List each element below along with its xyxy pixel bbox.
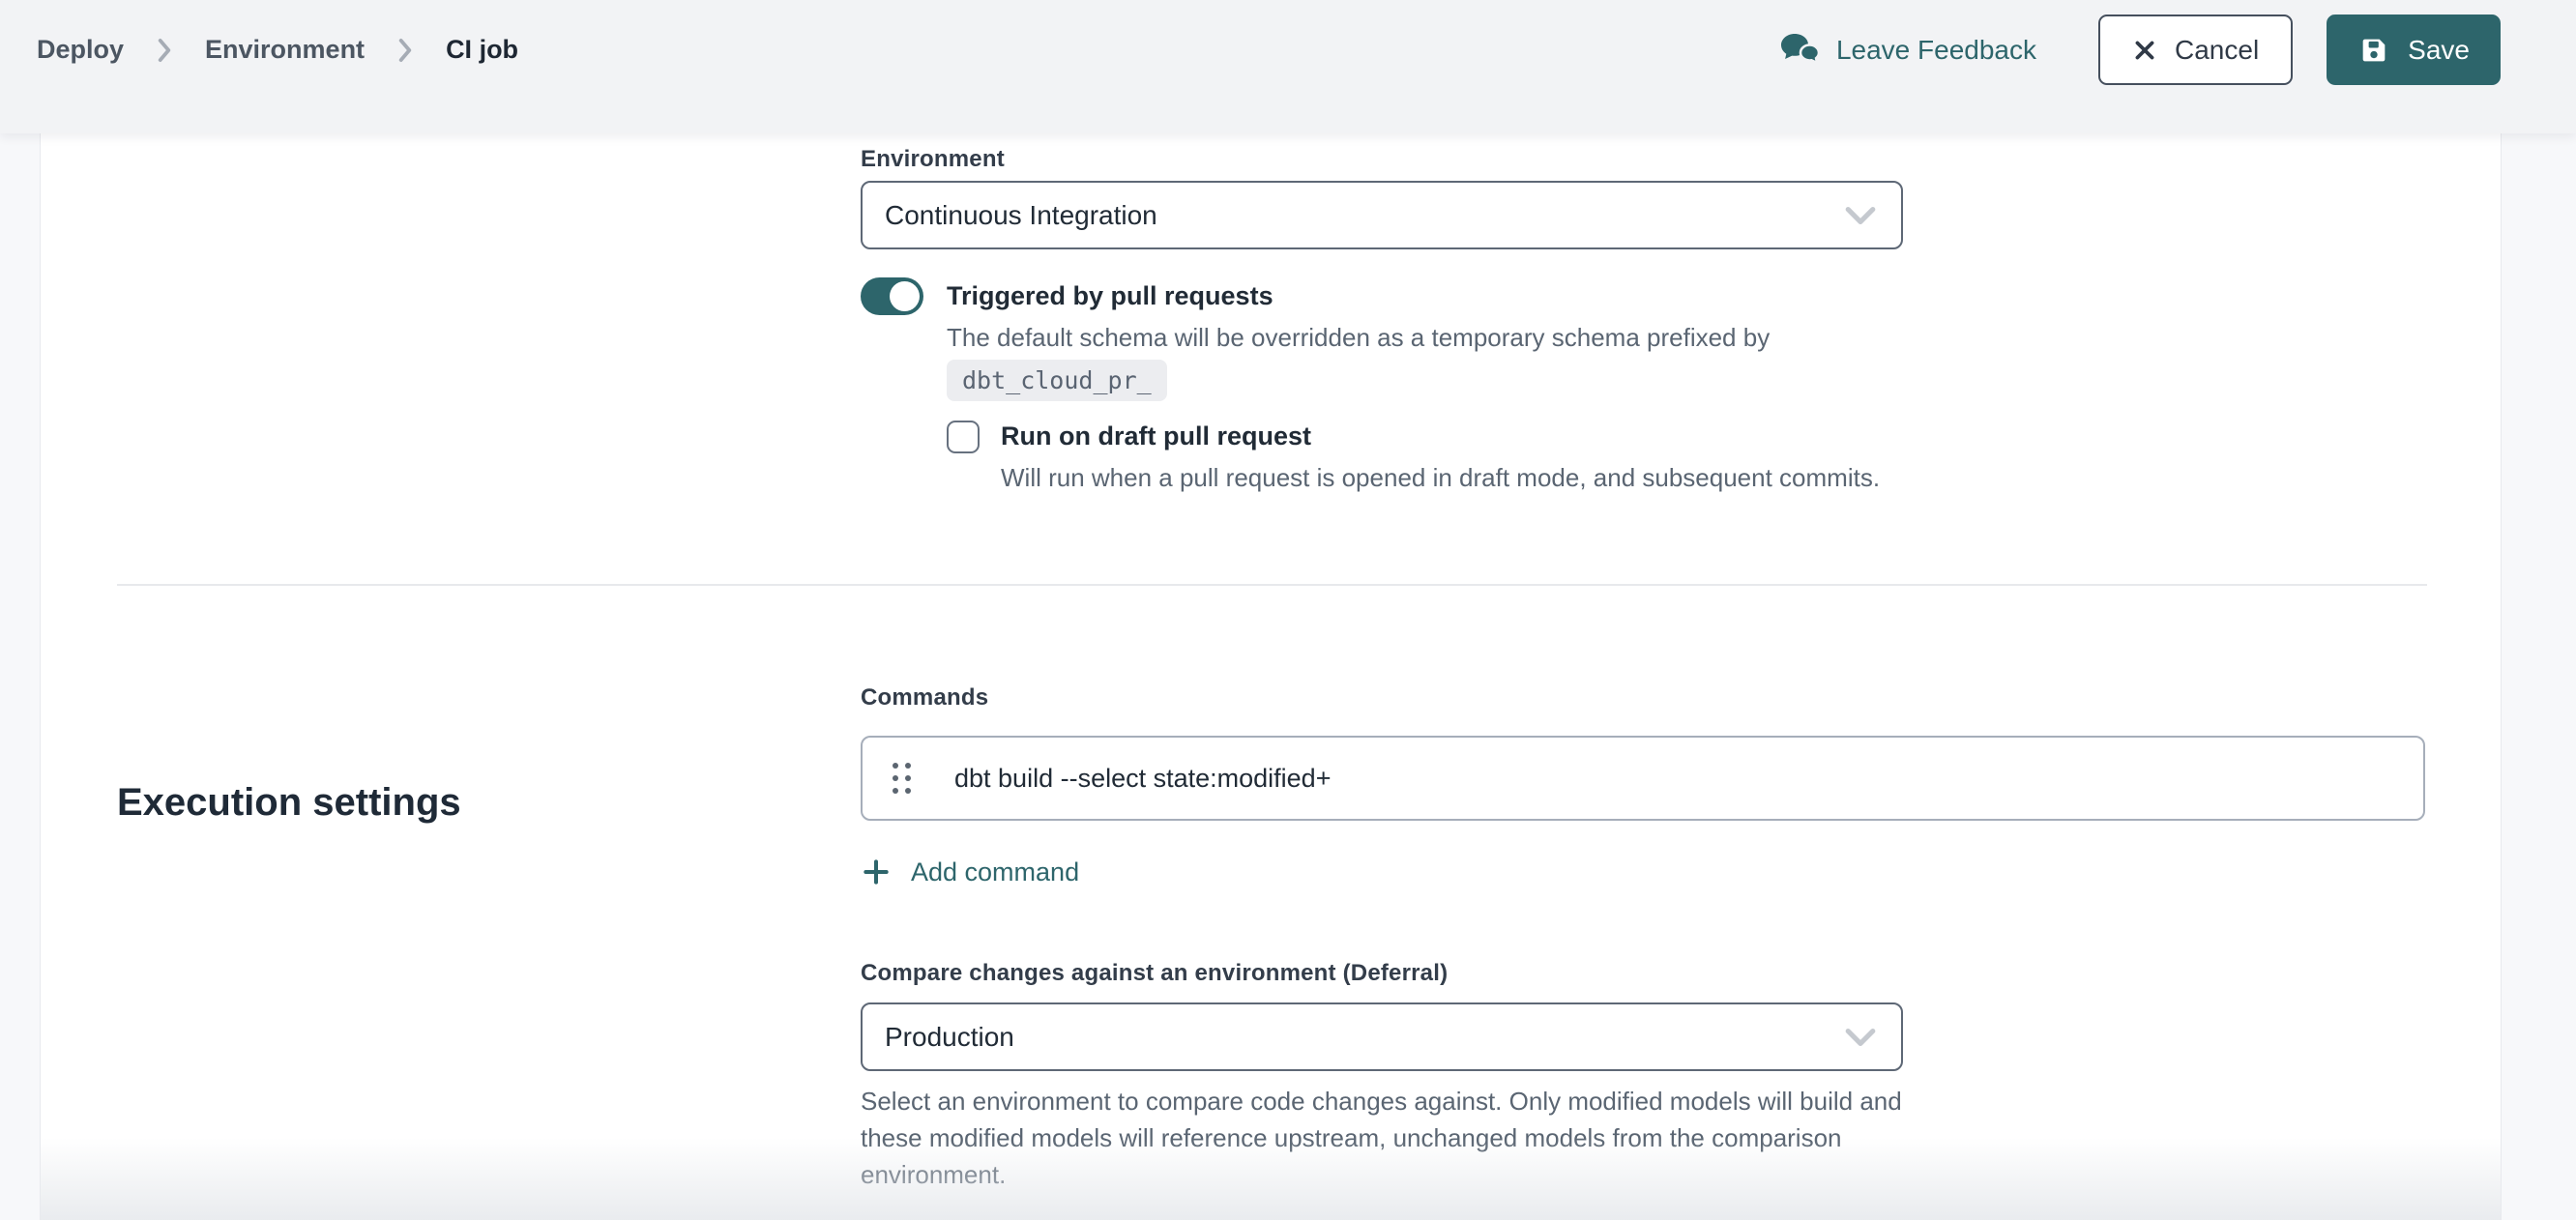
- chevron-down-icon: [1845, 1028, 1876, 1047]
- pr-trigger-description: The default schema will be overridden as…: [947, 320, 1770, 356]
- pr-trigger-row: Triggered by pull requests The default s…: [861, 279, 2427, 401]
- settings-panel: Environment Continuous Integration Trigg…: [40, 133, 2502, 1220]
- header-actions: Leave Feedback Cancel Save: [1780, 15, 2501, 85]
- draft-pr-checkbox[interactable]: [947, 421, 980, 453]
- execution-form: Commands dbt build --select state:modifi…: [861, 683, 2427, 1193]
- breadcrumb-environment[interactable]: Environment: [205, 35, 365, 65]
- environment-select[interactable]: Continuous Integration: [861, 181, 1903, 249]
- environment-section: Environment Continuous Integration Trigg…: [861, 145, 2427, 496]
- cancel-button[interactable]: Cancel: [2098, 15, 2293, 85]
- schema-prefix-code: dbt_cloud_pr_: [947, 360, 1167, 401]
- breadcrumb-ci-job: CI job: [446, 35, 518, 65]
- environment-select-value: Continuous Integration: [885, 200, 1157, 231]
- pr-trigger-title: Triggered by pull requests: [947, 279, 1770, 312]
- pr-trigger-texts: Triggered by pull requests The default s…: [947, 279, 1770, 401]
- drag-handle-icon[interactable]: [893, 763, 911, 794]
- leave-feedback-button[interactable]: Leave Feedback: [1780, 33, 2036, 68]
- deferral-description: Select an environment to compare code ch…: [861, 1083, 1910, 1193]
- chat-bubbles-icon: [1780, 33, 1821, 68]
- commands-label: Commands: [861, 683, 2427, 712]
- deferral-label: Compare changes against an environment (…: [861, 959, 2427, 988]
- draft-pr-description: Will run when a pull request is opened i…: [1001, 460, 1880, 496]
- deferral-select[interactable]: Production: [861, 1002, 1903, 1071]
- chevron-right-icon: [157, 38, 172, 63]
- top-bar: Deploy Environment CI job Leave Feedback…: [0, 0, 2576, 133]
- execution-settings-section: Execution settings Commands dbt build --…: [41, 683, 2501, 1193]
- close-icon: [2132, 38, 2157, 63]
- pr-trigger-toggle[interactable]: [861, 277, 923, 315]
- toggle-knob: [890, 281, 920, 311]
- save-label: Save: [2408, 35, 2470, 66]
- floppy-disk-icon: [2357, 34, 2390, 67]
- draft-pr-texts: Run on draft pull request Will run when …: [1001, 420, 1880, 496]
- section-divider: [117, 584, 2427, 586]
- breadcrumb: Deploy Environment CI job: [37, 35, 518, 65]
- draft-pr-row: Run on draft pull request Will run when …: [947, 420, 2427, 496]
- deferral-select-value: Production: [885, 1022, 1014, 1053]
- breadcrumb-deploy[interactable]: Deploy: [37, 35, 124, 65]
- cancel-label: Cancel: [2175, 35, 2259, 66]
- plus-icon: [861, 857, 892, 887]
- command-input[interactable]: dbt build --select state:modified+: [954, 764, 2423, 794]
- draft-pr-title: Run on draft pull request: [1001, 420, 1880, 452]
- add-command-button[interactable]: Add command: [861, 857, 1079, 887]
- environment-label: Environment: [861, 145, 2427, 174]
- chevron-right-icon: [397, 38, 413, 63]
- leave-feedback-label: Leave Feedback: [1836, 35, 2036, 66]
- execution-settings-heading: Execution settings: [117, 781, 461, 825]
- chevron-down-icon: [1845, 206, 1876, 225]
- command-row: dbt build --select state:modified+: [861, 736, 2425, 821]
- add-command-label: Add command: [911, 857, 1079, 887]
- save-button[interactable]: Save: [2327, 15, 2501, 85]
